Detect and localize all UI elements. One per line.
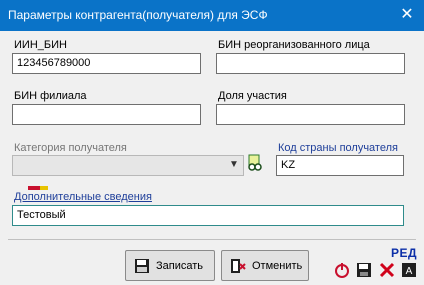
recipient-category-select[interactable]: ▼ xyxy=(12,155,244,176)
power-icon[interactable] xyxy=(334,262,350,278)
save-button-label: Записать xyxy=(156,260,204,272)
search-glasses-icon[interactable] xyxy=(246,154,264,174)
additional-info-label: Дополнительные сведения xyxy=(14,191,152,203)
save-document-icon xyxy=(135,259,149,273)
edit-mode-tag: РЕД xyxy=(391,246,418,260)
iin-bin-label: ИИН_БИН xyxy=(14,39,67,51)
cancel-button[interactable]: Отменить xyxy=(221,250,309,281)
cancel-button-label: Отменить xyxy=(252,260,303,272)
divider xyxy=(8,239,416,240)
bin-branch-input[interactable] xyxy=(12,104,201,125)
iin-bin-input[interactable]: 123456789000 xyxy=(12,53,201,74)
country-code-label: Код страны получателя xyxy=(278,142,398,154)
window-title: Параметры контрагента(получателя) для ЭС… xyxy=(8,8,268,22)
font-settings-icon[interactable]: A xyxy=(401,262,417,278)
chevron-down-icon[interactable]: ▼ xyxy=(228,159,240,171)
share-input[interactable] xyxy=(216,104,405,125)
recipient-category-label: Категория получателя xyxy=(14,142,127,154)
floppy-disk-icon[interactable] xyxy=(356,262,372,278)
required-marker-icon xyxy=(28,186,48,190)
window-titlebar: Параметры контрагента(получателя) для ЭС… xyxy=(0,0,424,31)
country-code-input[interactable]: KZ xyxy=(276,155,404,176)
share-label: Доля участия xyxy=(218,90,287,102)
bin-reorg-input[interactable] xyxy=(216,53,405,74)
bin-reorg-label: БИН реорганизованного лица xyxy=(218,39,370,51)
red-x-icon[interactable] xyxy=(379,262,395,278)
additional-info-input[interactable]: Тестовый xyxy=(12,205,404,226)
close-icon[interactable]: ✕ xyxy=(396,4,418,26)
save-button[interactable]: Записать xyxy=(125,250,215,281)
svg-text:A: A xyxy=(406,266,413,277)
cancel-exit-icon xyxy=(231,259,246,273)
bin-branch-label: БИН филиала xyxy=(14,90,87,102)
